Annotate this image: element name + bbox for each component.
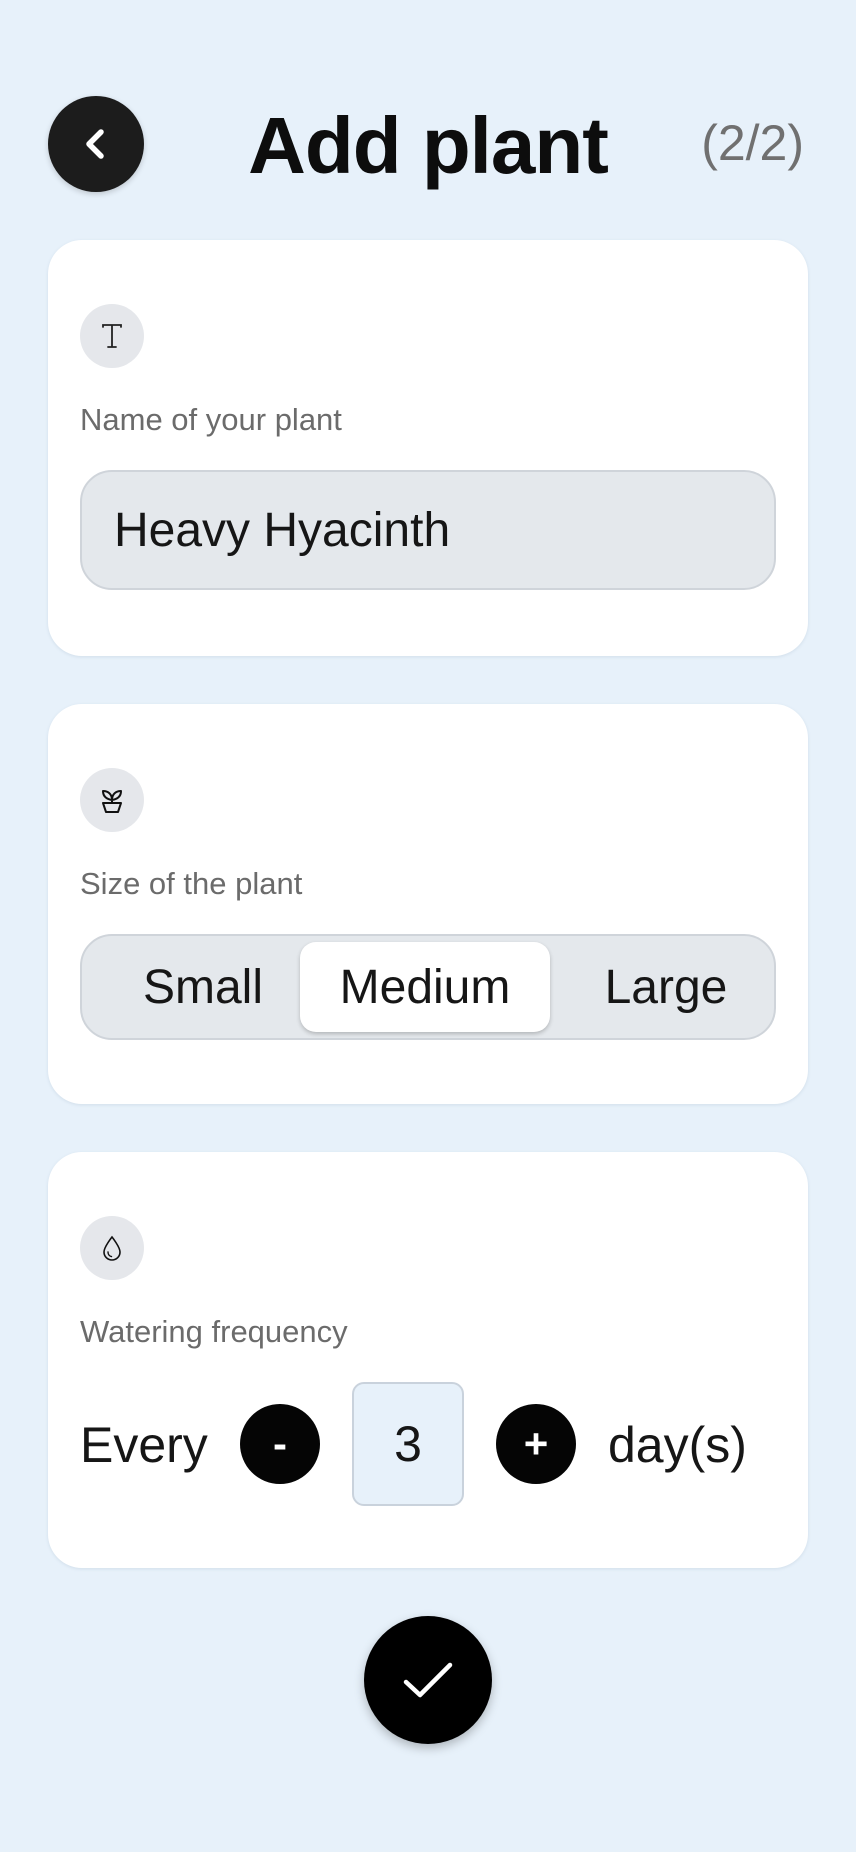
step-indicator: (2/2) <box>701 115 804 171</box>
plant-size-label: Size of the plant <box>80 866 303 901</box>
plant-name-label: Name of your plant <box>80 402 342 437</box>
increment-button[interactable]: + <box>496 1404 576 1484</box>
checkmark-icon <box>403 1662 453 1698</box>
size-option-medium[interactable]: Medium <box>300 942 550 1032</box>
decrement-button[interactable]: - <box>240 1404 320 1484</box>
plant-size-card: Size of the plant Small Medium Large <box>48 704 808 1104</box>
plant-name-card: Name of your plant <box>48 240 808 656</box>
plant-name-input[interactable] <box>80 470 776 590</box>
size-segmented-control: Small Medium Large <box>80 934 776 1040</box>
text-icon <box>80 304 144 368</box>
every-label: Every <box>80 1417 208 1473</box>
confirm-button[interactable] <box>364 1616 492 1744</box>
plant-pot-icon <box>80 768 144 832</box>
watering-days-input[interactable] <box>352 1382 464 1506</box>
size-option-small[interactable]: Small <box>90 942 316 1032</box>
size-option-large[interactable]: Large <box>562 942 770 1032</box>
watering-frequency-label: Watering frequency <box>80 1314 348 1349</box>
watering-frequency-row: Every - + day(s) <box>48 1382 808 1506</box>
water-drop-icon <box>80 1216 144 1280</box>
watering-card: Watering frequency Every - + day(s) <box>48 1152 808 1568</box>
days-unit-label: day(s) <box>608 1417 747 1473</box>
